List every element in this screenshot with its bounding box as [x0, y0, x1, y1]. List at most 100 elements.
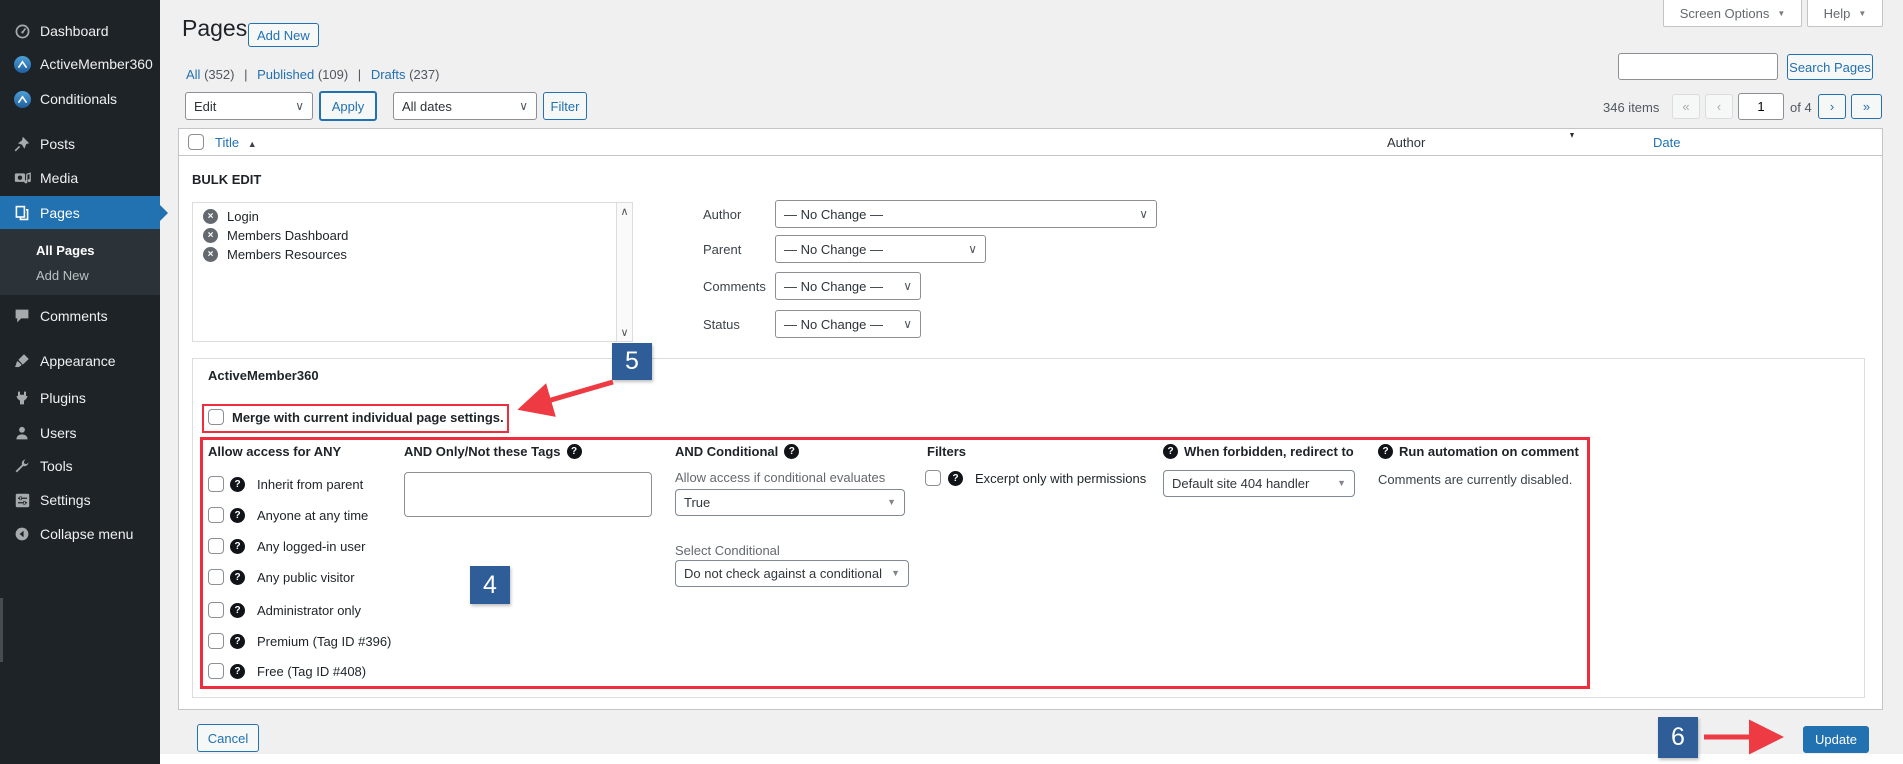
conditional-evaluates-select[interactable]: True ▼: [675, 489, 905, 516]
conditional-evaluates-label: Allow access if conditional evaluates: [675, 470, 886, 485]
view-filter-links: All (352) | Published (109) | Drafts (23…: [186, 67, 439, 82]
settings-sliders-icon: [12, 490, 32, 510]
field-label-author: Author: [703, 207, 742, 222]
collapse-arrow-icon: [12, 524, 32, 544]
field-label-status: Status: [703, 317, 740, 332]
sidebar-item-label: Posts: [40, 136, 76, 152]
sidebar-item-appearance[interactable]: Appearance: [0, 346, 160, 376]
help-icon[interactable]: ?: [230, 476, 245, 492]
chevron-down-icon: ▼: [1777, 8, 1786, 18]
sidebar-scrollbar[interactable]: [0, 598, 3, 662]
sidebar-item-label: Comments: [40, 308, 108, 324]
access-option-checkbox[interactable]: [208, 663, 224, 679]
sidebar-item-users[interactable]: Users: [0, 418, 160, 448]
date-filter-select[interactable]: All dates ∨: [393, 92, 537, 120]
help-icon[interactable]: ?: [230, 663, 245, 679]
excerpt-only-checkbox[interactable]: [925, 470, 941, 486]
remove-page-icon[interactable]: ×: [203, 228, 218, 243]
access-option-checkbox[interactable]: [208, 602, 224, 618]
excerpt-only-row: ? Excerpt only with permissions: [925, 470, 1146, 486]
sidebar-item-settings[interactable]: Settings: [0, 485, 160, 515]
help-icon[interactable]: ?: [566, 444, 582, 459]
parent-select[interactable]: — No Change — ∨: [775, 235, 986, 263]
help-icon[interactable]: ?: [784, 444, 800, 459]
select-conditional-select[interactable]: Do not check against a conditional ▼: [675, 560, 909, 587]
media-icon: [12, 168, 32, 188]
access-option-checkbox[interactable]: [208, 476, 224, 492]
last-page-button[interactable]: »: [1851, 94, 1882, 119]
and-conditional-header: AND Conditional ?: [675, 444, 800, 459]
help-icon[interactable]: ?: [1163, 444, 1178, 459]
sidebar-item-conditionals[interactable]: Conditionals: [0, 84, 160, 114]
triangle-down-icon: ▼: [887, 497, 896, 507]
sidebar-item-all-pages[interactable]: All Pages: [36, 239, 95, 261]
chevron-down-icon: ∨: [903, 279, 912, 293]
help-icon[interactable]: ?: [230, 569, 245, 585]
current-page-input[interactable]: [1738, 93, 1784, 120]
redirect-select[interactable]: Default site 404 handler ▼: [1163, 470, 1355, 497]
view-separator: |: [357, 67, 362, 82]
sidebar-item-label: Appearance: [40, 353, 116, 369]
sidebar-item-label: Tools: [40, 458, 73, 474]
select-all-checkbox[interactable]: [188, 134, 204, 150]
sidebar-item-media[interactable]: Media: [0, 163, 160, 193]
merge-settings-checkbox[interactable]: [208, 409, 224, 425]
help-icon[interactable]: ?: [230, 538, 245, 554]
sidebar-item-pages[interactable]: Pages: [0, 196, 168, 229]
tags-textarea[interactable]: [404, 472, 652, 517]
scroll-up-icon[interactable]: ∧: [617, 205, 632, 218]
help-icon[interactable]: ?: [1378, 444, 1393, 459]
next-page-button[interactable]: ›: [1818, 94, 1846, 119]
view-link-published[interactable]: Published (109): [257, 67, 348, 82]
sidebar-item-plugins[interactable]: Plugins: [0, 383, 160, 413]
remove-page-icon[interactable]: ×: [203, 247, 218, 262]
help-icon[interactable]: ?: [230, 602, 245, 618]
comments-select[interactable]: — No Change — ∨: [775, 272, 921, 300]
sidebar-item-comments[interactable]: Comments: [0, 301, 160, 331]
access-option-checkbox[interactable]: [208, 633, 224, 649]
column-header-title[interactable]: Title ▲: [215, 135, 257, 150]
remove-page-icon[interactable]: ×: [203, 209, 218, 224]
update-button[interactable]: Update: [1803, 726, 1869, 753]
status-select[interactable]: — No Change — ∨: [775, 310, 921, 338]
help-icon[interactable]: ?: [230, 633, 245, 649]
sidebar-item-posts[interactable]: Posts: [0, 129, 160, 159]
search-pages-button[interactable]: Search Pages: [1787, 54, 1873, 80]
access-option-checkbox[interactable]: [208, 538, 224, 554]
list-scrollbar[interactable]: ∧ ∨: [616, 203, 632, 341]
cancel-button[interactable]: Cancel: [197, 724, 259, 752]
view-link-all[interactable]: All (352): [186, 67, 234, 82]
add-new-button[interactable]: Add New: [248, 23, 319, 47]
sidebar-item-activemember360[interactable]: ActiveMember360: [0, 49, 160, 79]
search-input[interactable]: [1618, 53, 1778, 80]
column-header-author: Author: [1387, 135, 1426, 150]
help-icon[interactable]: ?: [230, 507, 245, 523]
sidebar-collapse-menu[interactable]: Collapse menu: [0, 519, 160, 549]
filter-button[interactable]: Filter: [543, 92, 587, 120]
select-conditional-label: Select Conditional: [675, 543, 780, 558]
sort-asc-icon: ▲: [247, 139, 257, 149]
help-tab[interactable]: Help ▼: [1807, 0, 1883, 27]
scroll-down-icon[interactable]: ∨: [617, 326, 632, 339]
view-link-drafts[interactable]: Drafts (237): [371, 67, 440, 82]
help-icon[interactable]: ?: [948, 470, 963, 486]
first-page-button[interactable]: «: [1672, 94, 1700, 119]
sidebar-item-add-new[interactable]: Add New: [36, 264, 89, 286]
screen-options-tab[interactable]: Screen Options ▼: [1663, 0, 1802, 27]
bulk-action-select[interactable]: Edit ∨: [185, 92, 313, 120]
column-header-date[interactable]: Date: [1653, 135, 1680, 150]
prev-page-button[interactable]: ‹: [1705, 94, 1733, 119]
sidebar-item-dashboard[interactable]: Dashboard: [0, 16, 160, 46]
access-option-row: ? Free (Tag ID #408): [208, 663, 366, 679]
apply-button[interactable]: Apply: [319, 91, 377, 121]
bulk-edit-legend: BULK EDIT: [192, 172, 262, 187]
selected-page-item: × Members Resources: [203, 247, 347, 262]
sidebar-item-label: Plugins: [40, 390, 86, 406]
access-option-checkbox[interactable]: [208, 507, 224, 523]
author-select[interactable]: — No Change — ∨: [775, 200, 1157, 228]
chevron-down-icon: ∨: [903, 317, 912, 331]
automation-header: ? Run automation on comment: [1378, 444, 1579, 459]
allow-access-header: Allow access for ANY: [208, 444, 342, 459]
sidebar-item-tools[interactable]: Tools: [0, 451, 160, 481]
access-option-checkbox[interactable]: [208, 569, 224, 585]
